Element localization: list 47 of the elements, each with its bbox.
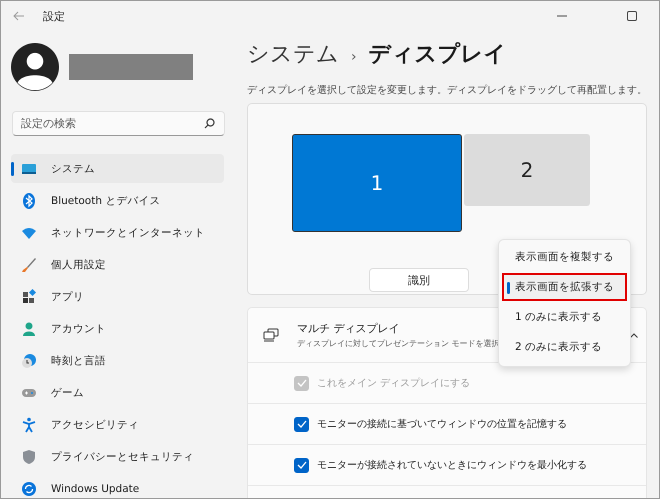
description-text: ディスプレイを選択して設定を変更します。ディスプレイをドラッグして再配置します。 [247, 84, 647, 97]
maximize-icon[interactable] [627, 11, 637, 21]
menu-item[interactable]: 表示画面を拡張する [502, 273, 627, 301]
display-tile[interactable]: 2 [464, 134, 590, 206]
checkmark-icon [296, 420, 306, 428]
setting-title: マルチ ディスプレイ [297, 321, 400, 336]
chevron-icon[interactable] [630, 332, 638, 338]
menu-item[interactable]: 2 のみに表示する [502, 333, 627, 361]
clock-icon [21, 352, 37, 368]
checkmark-icon [296, 379, 306, 387]
sidebar-item[interactable]: 時刻と言語 [11, 346, 224, 375]
sidebar-item[interactable]: アクセシビリティ [11, 410, 224, 439]
sidebar-item[interactable]: ネットワークとインターネット [11, 218, 224, 247]
breadcrumb-parent[interactable]: システム [247, 39, 339, 69]
sidebar-item[interactable]: Bluetooth とデバイス [11, 186, 224, 215]
shield-icon [21, 448, 37, 464]
identify-button[interactable]: 識別 [369, 268, 469, 292]
sidebar-item[interactable]: アカウント [11, 314, 224, 343]
checkbox[interactable] [294, 416, 309, 432]
checkmark-icon [296, 461, 306, 469]
page-title: ディスプレイ [368, 41, 507, 69]
sidebar-item[interactable]: システム [11, 154, 224, 183]
breadcrumb-separator: › [351, 49, 357, 65]
update-icon [21, 480, 37, 496]
sidebar-item[interactable]: 個人用設定 [11, 250, 224, 279]
menu-item[interactable]: 1 のみに表示する [502, 303, 627, 331]
display-tile[interactable]: 1 [292, 134, 462, 232]
sidebar-item[interactable]: ゲーム [11, 378, 224, 407]
back-arrow-icon[interactable] [13, 11, 25, 21]
accessibility-icon [21, 416, 37, 432]
search-field[interactable]: 設定の検索 [12, 111, 225, 136]
checkbox-label: モニターの接続に基づいてウィンドウの位置を記憶する [317, 418, 567, 431]
checkbox[interactable] [294, 458, 309, 472]
search-icon[interactable] [204, 118, 215, 129]
checkbox-label: これをメイン ディスプレイにする [317, 376, 470, 390]
window-title: 設定 [43, 8, 65, 24]
bluetooth-icon [21, 192, 37, 208]
monitors-icon [263, 328, 279, 342]
apps-icon [21, 288, 37, 304]
sidebar-item[interactable]: アプリ [11, 282, 224, 311]
person-icon [21, 320, 37, 336]
checkbox-label: モニターが接続されていないときにウィンドウを最小化する [317, 458, 587, 472]
avatar-icon [11, 43, 59, 91]
sidebar-item[interactable]: プライバシーとセキュリティ [11, 442, 224, 471]
brush-icon [21, 256, 37, 272]
menu-item[interactable]: 表示画面を複製する [502, 243, 627, 271]
sidebar-item[interactable]: Windows Update [11, 474, 224, 498]
